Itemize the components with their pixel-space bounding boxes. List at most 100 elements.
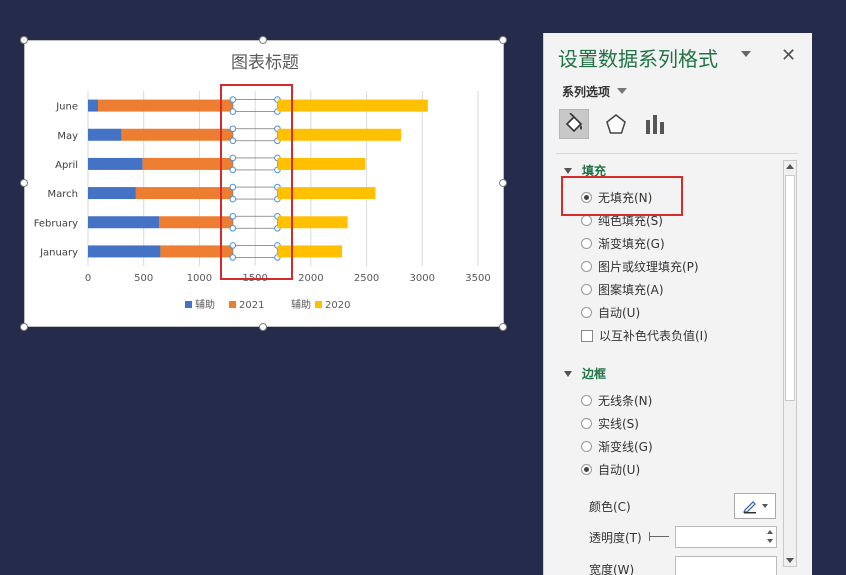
- border-option-gradient[interactable]: 渐变线(G): [581, 438, 653, 455]
- radio-icon: [581, 238, 592, 249]
- y-tick-label: March: [48, 189, 78, 200]
- spin-up-icon[interactable]: [767, 530, 773, 534]
- transparency-slider[interactable]: [649, 532, 669, 541]
- x-tick-label: 3000: [410, 273, 435, 284]
- series-options-dropdown[interactable]: 系列选项: [562, 83, 610, 100]
- resize-handle-tl[interactable]: [20, 36, 28, 44]
- option-label: 自动(U): [598, 306, 641, 320]
- x-tick-label: 3500: [465, 273, 490, 284]
- option-label: 图案填充(A): [598, 283, 664, 297]
- x-tick-label: 0: [85, 273, 91, 284]
- collapse-triangle-icon: [564, 167, 572, 174]
- option-label: 渐变线(G): [598, 440, 653, 454]
- legend-label: 辅助: [195, 298, 215, 311]
- chevron-down-icon: [762, 504, 768, 508]
- fill-option-picture[interactable]: 图片或纹理填充(P): [581, 258, 699, 275]
- width-input[interactable]: [675, 556, 777, 575]
- bar-segment-1: [98, 99, 233, 112]
- color-picker-button[interactable]: [734, 493, 776, 519]
- option-label: 无线条(N): [598, 394, 653, 408]
- resize-handle-br[interactable]: [499, 323, 507, 331]
- pentagon-icon: [606, 114, 626, 134]
- x-tick-label: 1000: [187, 273, 212, 284]
- resize-handle-tm[interactable]: [259, 36, 267, 44]
- selected-series-highlight: [220, 84, 293, 280]
- resize-handle-tr[interactable]: [499, 36, 507, 44]
- no-fill-highlight: [561, 176, 683, 216]
- bar-segment-0: [88, 216, 160, 229]
- bar-segment-1: [135, 187, 233, 200]
- transparency-label: 透明度(T): [589, 531, 642, 545]
- y-tick-label: January: [39, 247, 78, 258]
- border-option-solid[interactable]: 实线(S): [581, 415, 639, 432]
- invert-if-negative-checkbox[interactable]: 以互补色代表负值(I): [581, 327, 708, 344]
- legend-swatch: [229, 301, 236, 308]
- radio-icon: [581, 395, 592, 406]
- radio-icon: [581, 284, 592, 295]
- bar-segment-0: [88, 245, 161, 258]
- x-tick-label: 2000: [298, 273, 323, 284]
- resize-handle-bl[interactable]: [20, 323, 28, 331]
- fill-option-pattern[interactable]: 图案填充(A): [581, 281, 664, 298]
- bar-segment-0: [88, 187, 136, 200]
- border-header-label: 边框: [582, 367, 607, 381]
- bar-chart-icon: [646, 115, 664, 134]
- resize-handle-bm[interactable]: [259, 323, 267, 331]
- radio-icon: [581, 464, 592, 475]
- bar-segment-0: [88, 128, 122, 141]
- bar-segment-0: [88, 99, 99, 112]
- bar-segment-1: [121, 128, 233, 141]
- radio-icon: [581, 307, 592, 318]
- divider: [556, 153, 798, 154]
- resize-handle-ml[interactable]: [20, 179, 28, 187]
- pane-scrollbar[interactable]: [783, 160, 797, 567]
- spin-down-icon[interactable]: [767, 539, 773, 543]
- option-label: 以互补色代表负值(I): [599, 329, 708, 343]
- scroll-down-icon[interactable]: [786, 558, 794, 563]
- option-label: 图片或纹理填充(P): [598, 260, 699, 274]
- fill-option-gradient[interactable]: 渐变填充(G): [581, 235, 665, 252]
- tab-fill-line[interactable]: [559, 109, 589, 139]
- legend-label: 2021: [239, 300, 264, 311]
- color-label: 颜色(C): [589, 500, 631, 514]
- radio-icon: [581, 418, 592, 429]
- y-tick-label: April: [55, 160, 78, 171]
- border-section-header[interactable]: 边框: [564, 365, 606, 382]
- close-button[interactable]: ✕: [781, 45, 796, 66]
- pane-title: 设置数据系列格式: [558, 47, 718, 71]
- scroll-up-icon[interactable]: [786, 164, 794, 169]
- tab-effects[interactable]: [601, 109, 631, 139]
- legend-label: 2020: [325, 300, 350, 311]
- transparency-input[interactable]: [675, 526, 777, 548]
- bar-segment-3: [277, 128, 402, 141]
- radio-icon: [581, 441, 592, 452]
- resize-handle-mr[interactable]: [499, 179, 507, 187]
- bar-segment-0: [88, 157, 143, 170]
- y-tick-label: February: [34, 218, 78, 229]
- fill-option-auto[interactable]: 自动(U): [581, 304, 640, 321]
- collapse-triangle-icon: [564, 370, 572, 377]
- width-label: 宽度(W): [589, 563, 635, 575]
- y-tick-label: May: [57, 131, 78, 142]
- format-data-series-pane: 设置数据系列格式 ✕ 系列选项 填充 无填充(N) 纯色填充(S) 渐变填充(G…: [543, 33, 812, 575]
- paint-bucket-icon: [565, 113, 583, 133]
- x-tick-label: 2500: [354, 273, 379, 284]
- option-label: 实线(S): [598, 417, 639, 431]
- pane-menu-arrow-icon[interactable]: [741, 51, 751, 57]
- border-option-none[interactable]: 无线条(N): [581, 392, 652, 409]
- scroll-thumb[interactable]: [785, 175, 795, 401]
- option-label: 自动(U): [598, 463, 641, 477]
- legend-swatch: [315, 301, 322, 308]
- checkbox-icon: [581, 329, 593, 342]
- legend-swatch: [185, 301, 192, 308]
- chart-title: 图表标题: [231, 53, 299, 73]
- x-tick-label: 500: [134, 273, 153, 284]
- border-option-auto[interactable]: 自动(U): [581, 461, 640, 478]
- pen-icon: [743, 501, 756, 514]
- bar-segment-3: [277, 99, 428, 112]
- y-tick-label: June: [55, 102, 78, 113]
- tab-series-options[interactable]: [640, 109, 670, 139]
- radio-icon: [581, 261, 592, 272]
- options-scroll-area[interactable]: 填充 无填充(N) 纯色填充(S) 渐变填充(G) 图片或纹理填充(P) 图案填…: [556, 160, 783, 575]
- chevron-down-icon[interactable]: [617, 88, 627, 94]
